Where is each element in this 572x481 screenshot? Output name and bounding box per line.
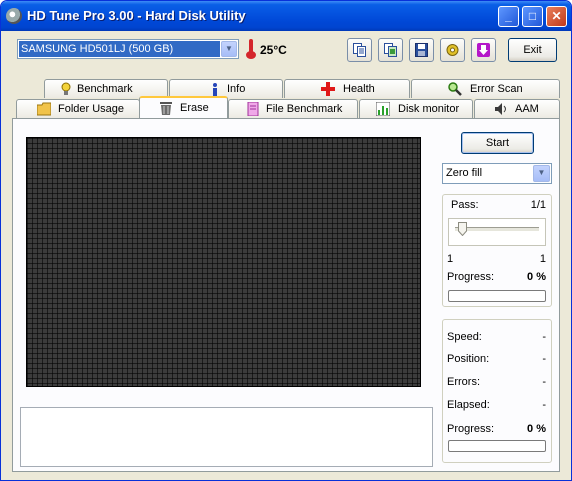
tab-label: Info [227,83,246,95]
pass-slider[interactable] [448,218,546,246]
trash-icon [160,102,172,115]
errors-value: - [542,376,546,388]
errors-label: Errors: [447,376,480,388]
tab-strip: Benchmark Info Health Error Scan Folder … [1,71,571,121]
tab-disk-monitor[interactable]: Disk monitor [359,99,473,118]
toolbar: SAMSUNG HD501LJ (500 GB) ▼ 25°C Exit [1,31,571,71]
info-icon [213,83,217,96]
pass-progress-bar [448,290,546,302]
tab-label: Health [343,83,375,95]
minimize-button[interactable]: _ [498,6,519,27]
erase-mode-select[interactable]: Zero fill ▼ [442,163,552,184]
speaker-icon [495,103,506,115]
tab-label: AAM [515,103,539,115]
thermometer-icon [246,39,256,59]
app-window: HD Tune Pro 3.00 - Hard Disk Utility _ □… [0,0,572,481]
erase-mode-value: Zero fill [446,167,483,179]
speed-value: - [542,331,546,343]
maximize-button[interactable]: □ [522,6,543,27]
pass-group: Pass: 1/1 1 1 Progress: 0 % [442,194,552,307]
copy-text-icon [353,43,366,57]
slider-thumb[interactable] [458,222,467,236]
tab-aam[interactable]: AAM [474,99,560,118]
position-value: - [542,353,546,365]
total-progress-bar [448,440,546,452]
close-button[interactable]: ✕ [546,6,567,27]
total-progress-value: 0 % [527,423,546,435]
tab-label: File Benchmark [266,103,343,115]
window-title: HD Tune Pro 3.00 - Hard Disk Utility [27,8,246,23]
save-icon [415,43,428,57]
start-button[interactable]: Start [461,132,534,154]
copy-screenshot-button[interactable] [378,38,403,62]
chevron-down-icon[interactable]: ▼ [533,165,550,182]
tab-erase[interactable]: Erase [139,96,228,118]
pass-value: 1/1 [530,199,546,211]
position-label: Position: [447,353,490,365]
copy-screenshot-icon [384,43,397,57]
chart-icon [376,102,390,116]
tab-label: Error Scan [470,83,523,95]
tab-health[interactable]: Health [284,79,410,98]
speed-label: Speed: [447,331,482,343]
tab-label: Erase [180,102,209,114]
progress-label: Progress: [447,271,495,283]
file-icon [247,102,259,116]
tab-folder-usage[interactable]: Folder Usage [16,99,140,118]
save-button[interactable] [409,38,434,62]
options-button[interactable] [440,38,465,62]
title-bar[interactable]: HD Tune Pro 3.00 - Hard Disk Utility _ □… [1,1,571,31]
tab-label: Disk monitor [398,103,460,115]
tab-label: Benchmark [77,83,133,95]
pass-min-label: 1 [447,253,454,265]
block-map-grid [26,137,421,387]
temperature-readout: 25°C [260,43,287,57]
elapsed-label: Elapsed: [447,399,490,411]
exit-button[interactable]: Exit [508,38,557,62]
tab-error-scan[interactable]: Error Scan [411,79,560,98]
download-icon [477,43,490,57]
folder-icon [37,102,51,116]
drive-select-value: SAMSUNG HD501LJ (500 GB) [19,41,220,57]
health-cross-icon [321,82,335,96]
download-button[interactable] [471,38,496,62]
options-icon [446,44,459,56]
chevron-down-icon[interactable]: ▼ [221,41,237,57]
total-progress-label: Progress: [447,423,495,435]
pass-max-label: 1 [539,253,546,265]
drive-select[interactable]: SAMSUNG HD501LJ (500 GB) ▼ [17,39,239,59]
magnifier-icon [448,82,462,96]
app-disk-icon[interactable] [6,8,22,24]
erase-panel: Start Zero fill ▼ Pass: 1/1 1 1 Progress… [12,118,560,472]
progress-value: 0 % [527,271,546,283]
elapsed-value: - [542,399,546,411]
tab-file-benchmark[interactable]: File Benchmark [228,99,358,118]
benchmark-bulb-icon [61,82,71,95]
slider-track [455,227,539,232]
log-box[interactable] [20,407,433,467]
stats-group: Speed: - Position: - Errors: - Elapsed: … [442,319,552,463]
tab-label: Folder Usage [58,103,125,115]
pass-label: Pass: [451,199,479,211]
copy-text-button[interactable] [347,38,372,62]
